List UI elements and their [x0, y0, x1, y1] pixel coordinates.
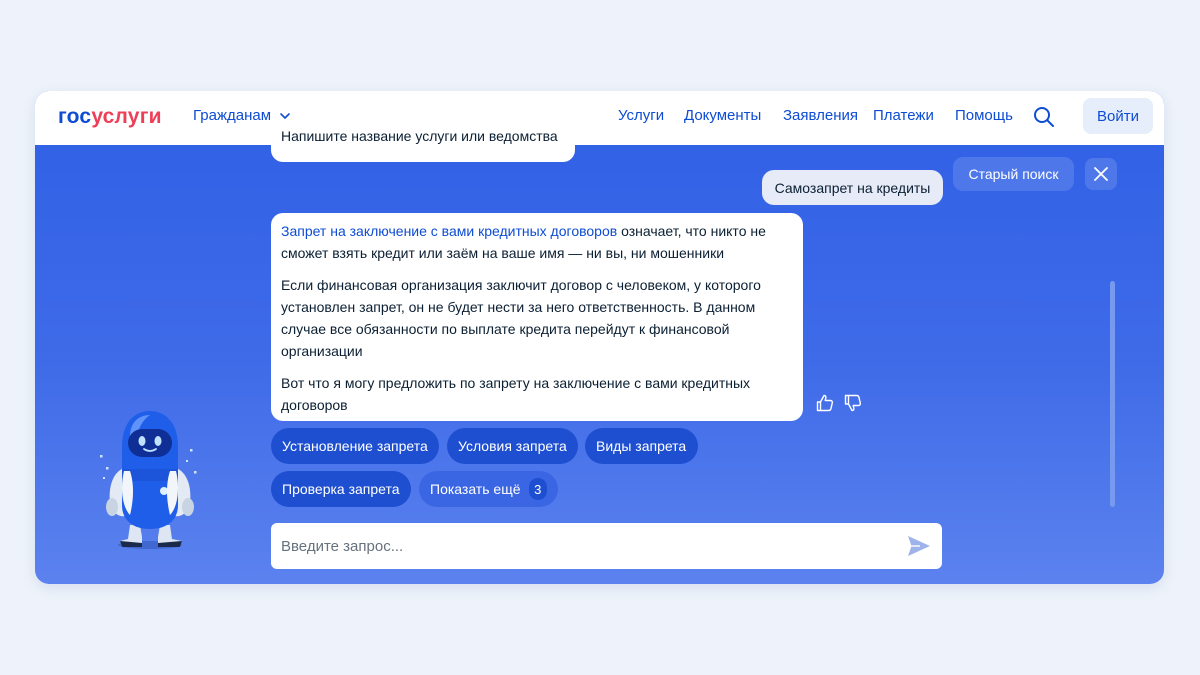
search-icon[interactable]	[1032, 105, 1056, 129]
logo-part-gos: гос	[58, 105, 92, 128]
show-more-count: 3	[528, 478, 547, 500]
close-chat-button[interactable]	[1085, 158, 1117, 190]
nav-help[interactable]: Помощь	[955, 107, 1013, 124]
previous-bot-message-text: Напишите название услуги или ведомства	[281, 128, 558, 144]
chevron-down-icon	[280, 112, 290, 119]
show-more-button[interactable]: Показать ещё 3	[419, 471, 558, 507]
bot-message-paragraph-2: Если финансовая организация заключит дог…	[281, 277, 761, 359]
thumbs-up-icon[interactable]	[815, 393, 835, 413]
bot-message-paragraph-1: Запрет на заключение с вами кредитных до…	[281, 220, 793, 264]
gosuslugi-logo[interactable]: госуслуги	[58, 105, 162, 129]
old-search-button[interactable]: Старый поиск	[953, 157, 1074, 191]
suggestion-chip-ban-conditions[interactable]: Условия запрета	[447, 428, 578, 464]
nav-services[interactable]: Услуги	[618, 107, 664, 124]
suggestion-chip-ban-types[interactable]: Виды запрета	[585, 428, 698, 464]
bot-message-paragraph-3: Вот что я могу предложить по запрету на …	[281, 375, 751, 413]
nav-applications[interactable]: Заявления	[783, 107, 858, 124]
close-icon	[1094, 167, 1108, 181]
query-input[interactable]	[281, 523, 891, 569]
credit-ban-link[interactable]: Запрет на заключение с вами кредитных до…	[281, 223, 617, 239]
query-input-box	[271, 523, 942, 569]
login-button[interactable]: Войти	[1083, 98, 1153, 134]
audience-label: Гражданам	[193, 107, 272, 124]
user-message: Самозапрет на кредиты	[762, 170, 943, 205]
suggestion-chip-ban-check[interactable]: Проверка запрета	[271, 471, 411, 507]
suggestion-chip-ban-setup[interactable]: Установление запрета	[271, 428, 439, 464]
nav-payments[interactable]: Платежи	[873, 107, 934, 124]
thumbs-down-icon[interactable]	[843, 393, 863, 413]
robot-mascot	[100, 411, 197, 549]
chat-window: госуслуги Гражданам Услуги Документы Зая…	[35, 91, 1164, 584]
bot-message: Запрет на заключение с вами кредитных до…	[271, 213, 803, 421]
logo-part-uslugi: услуги	[91, 105, 162, 128]
nav-documents[interactable]: Документы	[684, 107, 761, 124]
show-more-label: Показать ещё	[430, 481, 521, 497]
previous-bot-message: Напишите название услуги или ведомства	[271, 128, 575, 162]
audience-dropdown[interactable]: Гражданам	[193, 107, 291, 124]
site-header: госуслуги Гражданам Услуги Документы Зая…	[35, 91, 1164, 145]
send-icon[interactable]	[907, 535, 931, 557]
chat-scrollbar[interactable]	[1110, 281, 1115, 507]
